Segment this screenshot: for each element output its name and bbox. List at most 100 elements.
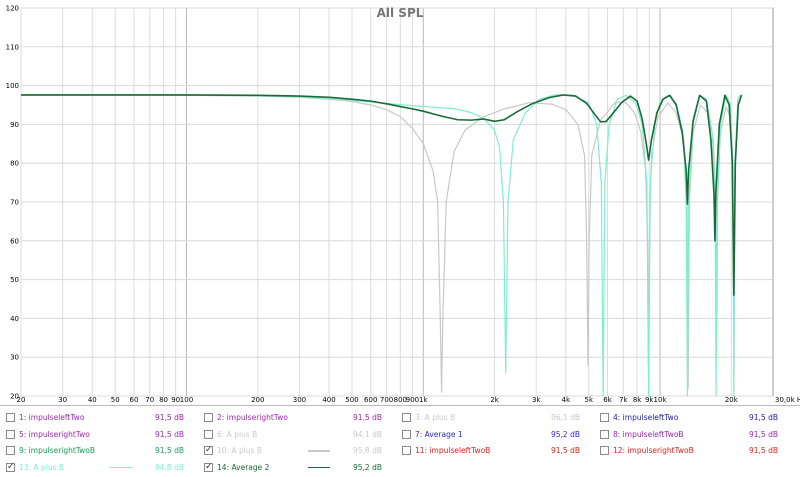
x-tick-label: 40 <box>88 396 97 404</box>
x-tick-label: 500 <box>345 396 358 404</box>
legend-value: 91,5 dB <box>155 446 184 455</box>
legend-value: 91,5 dB <box>551 446 580 455</box>
x-tick-label: 3k <box>532 396 541 404</box>
legend-checkbox[interactable] <box>6 413 15 422</box>
legend-checkbox[interactable] <box>204 413 213 422</box>
x-tick-label: 80 <box>159 396 168 404</box>
legend-label: 3: A plus B <box>415 413 456 422</box>
x-tick-label: 100 <box>180 396 193 404</box>
legend-value: 91,5 dB <box>749 446 778 455</box>
checkmark-icon: ✓ <box>205 461 213 472</box>
y-tick-label: 70 <box>10 199 19 207</box>
x-tick-label: 600 <box>364 396 377 404</box>
legend-swatch <box>308 466 330 468</box>
legend-value: 95,8 dB <box>353 446 382 455</box>
legend-label: 2: impulserightTwo <box>217 413 288 422</box>
legend-checkbox[interactable] <box>402 429 411 439</box>
legend-item[interactable]: 1: impulseleftTwo 91,5 dB <box>6 410 198 425</box>
x-tick-label: 400 <box>322 396 335 404</box>
y-tick-label: 80 <box>10 160 19 168</box>
legend-item[interactable]: 8: impulseleftTwoB 91,5 dB <box>600 427 792 442</box>
legend-label: 6: A plus B <box>217 429 258 439</box>
legend-checkbox[interactable] <box>600 429 609 439</box>
x-tick-label: 1k <box>419 396 428 404</box>
y-tick-label: 50 <box>10 276 19 284</box>
legend-checkbox[interactable] <box>402 413 411 422</box>
x-tick-label: 6k <box>603 396 612 404</box>
legend-item[interactable]: 6: A plus B 94,1 dB <box>204 427 396 442</box>
legend-swatch <box>308 450 330 452</box>
x-tick-label: 2k <box>490 396 499 404</box>
legend-value: 96,1 dB <box>551 413 580 422</box>
legend-checkbox[interactable] <box>6 446 15 455</box>
legend-label: 8: impulseleftTwoB <box>613 429 684 439</box>
spl-plot[interactable]: 2030405060708090100110120 20 30 40 50 60 70 80… <box>0 0 800 404</box>
x-tick-label: 70 <box>145 396 154 404</box>
legend-label: 12: impulserightTwoB <box>613 446 694 455</box>
x-tick-label: 90 <box>171 396 180 404</box>
legend-checkbox[interactable]: ✓ <box>204 461 213 472</box>
legend-value: 91,5 dB <box>749 413 778 422</box>
x-tick-label: 60 <box>130 396 139 404</box>
x-tick-label: 20 <box>17 396 26 404</box>
legend-item[interactable]: 7: Average 1 95,2 dB <box>402 427 594 442</box>
legend-checkbox[interactable] <box>204 429 213 439</box>
x-tick-label: 7k <box>619 396 628 404</box>
x-tick-label: 900 <box>406 396 419 404</box>
x-tick-label: 4k <box>562 396 571 404</box>
legend-label: 1: impulseleftTwo <box>19 413 85 422</box>
x-tick-label: 10k <box>654 396 668 404</box>
legend-item[interactable]: ✓ 10: A plus B 95,8 dB <box>204 443 396 458</box>
checkmark-icon: ✓ <box>7 461 15 472</box>
legend-value: 91,5 dB <box>155 413 184 422</box>
legend-checkbox[interactable] <box>402 446 411 455</box>
legend-item[interactable]: 11: impulseleftTwoB 91,5 dB <box>402 443 594 458</box>
legend-checkbox[interactable] <box>600 446 609 455</box>
legend-value: 94,8 dB <box>155 462 184 472</box>
x-tick-label: 30 <box>58 396 67 404</box>
legend-item[interactable]: ✓ 14: Average 2 95,2 dB <box>204 460 396 475</box>
y-tick-label: 30 <box>10 354 19 362</box>
legend-value: 91,5 dB <box>353 413 382 422</box>
legend-item[interactable]: 2: impulserightTwo 91,5 dB <box>204 410 396 425</box>
y-tick-label: 60 <box>10 237 19 245</box>
legend-label: 14: Average 2 <box>217 462 270 472</box>
legend-label: 5: impulserightTwo <box>19 429 90 439</box>
legend-row: 5: impulserightTwo 91,5 dB 6: A plus B 94,1… <box>0 427 800 444</box>
y-tick-label: 100 <box>6 82 19 90</box>
legend-checkbox[interactable] <box>6 429 15 439</box>
checkmark-icon: ✓ <box>205 445 213 455</box>
legend-value: 94,1 dB <box>353 429 382 439</box>
legend-checkbox[interactable]: ✓ <box>204 446 213 455</box>
legend-value: 91,5 dB <box>749 429 778 439</box>
x-axis-end-label: 30,0k Hz <box>775 396 800 404</box>
legend-label: 13: A plus B <box>19 462 65 472</box>
x-tick-label: 5k <box>585 396 594 404</box>
y-tick-label: 120 <box>6 5 19 13</box>
legend-row: ✓ 13: A plus B 94,8 dB ✓ 14: Average 2 95,2 d… <box>0 460 800 477</box>
legend-item[interactable]: 4: impulseleftTwo 91,5 dB <box>600 410 792 425</box>
legend-item[interactable]: 3: A plus B 96,1 dB <box>402 410 594 425</box>
legend-label: 4: impulseleftTwo <box>613 413 679 422</box>
legend-value: 91,5 dB <box>155 429 184 439</box>
legend-item[interactable]: ✓ 13: A plus B 94,8 dB <box>6 460 198 475</box>
legend-checkbox[interactable] <box>600 413 609 422</box>
legend-checkbox[interactable]: ✓ <box>6 461 15 472</box>
x-tick-label: 300 <box>293 396 306 404</box>
legend-item[interactable]: 5: impulserightTwo 91,5 dB <box>6 427 198 442</box>
y-tick-label: 40 <box>10 315 19 323</box>
x-tick-label: 200 <box>251 396 264 404</box>
y-tick-label: 110 <box>6 43 19 51</box>
legend-label: 11: impulseleftTwoB <box>415 446 491 455</box>
x-tick-label: 20k <box>725 396 739 404</box>
x-tick-label: 50 <box>111 396 120 404</box>
legend-row: 1: impulseleftTwo 91,5 dB 2: impulserightT… <box>0 410 800 427</box>
x-tick-label: 8k <box>633 396 642 404</box>
legend-panel: 1: impulseleftTwo 91,5 dB 2: impulserightT… <box>0 405 800 473</box>
legend-label: 10: A plus B <box>217 446 263 455</box>
legend-item[interactable]: 9: impulserightTwoB 91,5 dB <box>6 443 198 458</box>
legend-value: 95,2 dB <box>353 462 382 472</box>
y-tick-label: 90 <box>10 121 19 129</box>
legend-item[interactable]: 12: impulserightTwoB 91,5 dB <box>600 443 792 458</box>
legend-value: 95,2 dB <box>551 429 580 439</box>
